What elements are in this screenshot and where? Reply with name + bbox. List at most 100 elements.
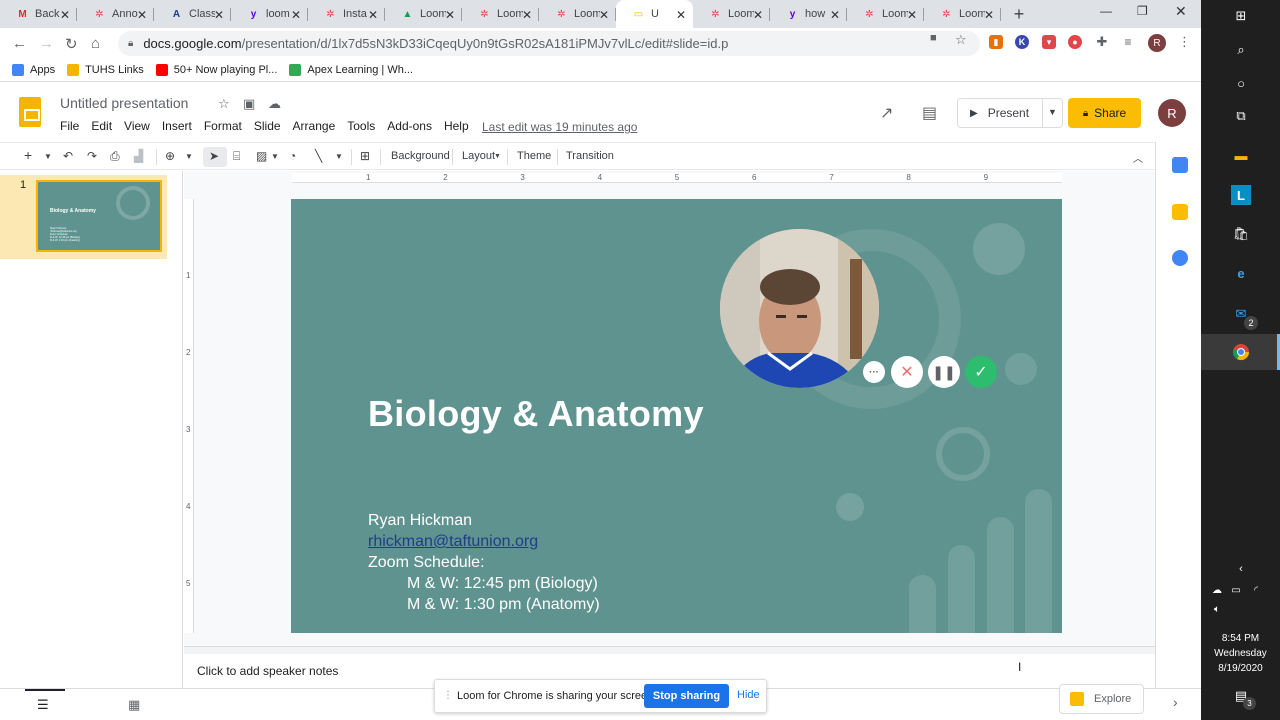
bookmark-item[interactable]: Apex Learning | Wh... <box>289 63 413 76</box>
image-dropdown-icon[interactable]: ▼ <box>271 152 279 161</box>
address-bar[interactable]: 🔒︎ docs.google.com /presentation/d/1lx7d… <box>118 31 980 56</box>
undo-icon[interactable]: ↶ <box>63 149 73 163</box>
tab-close-icon[interactable]: ✕ <box>907 8 917 22</box>
menu-tools[interactable]: Tools <box>347 119 375 133</box>
wifi-icon[interactable]: ◜ <box>1246 580 1266 600</box>
tab-close-icon[interactable]: ✕ <box>753 8 763 22</box>
kami-extension-icon[interactable]: K <box>1015 35 1029 49</box>
slide-thumbnail[interactable]: Biology & Anatomy Ryan Hickman rhickman@… <box>36 180 162 252</box>
menu-file[interactable]: File <box>60 119 79 133</box>
bookmark-star-icon[interactable]: ☆ <box>955 32 967 48</box>
browser-tab[interactable]: ✲ Loom ✕ <box>462 0 539 28</box>
browser-tab[interactable]: A Class ✕ <box>154 0 231 28</box>
redo-icon[interactable]: ↷ <box>87 149 97 163</box>
menu-addons[interactable]: Add-ons <box>387 119 432 133</box>
document-title[interactable]: Untitled presentation <box>60 95 188 111</box>
browser-tab[interactable]: ✲ Loom ✕ <box>539 0 616 28</box>
browser-tab[interactable]: y loom ✕ <box>231 0 308 28</box>
tab-close-icon[interactable]: ✕ <box>214 8 224 22</box>
menu-arrange[interactable]: Arrange <box>293 119 336 133</box>
show-hidden-icons-icon[interactable]: ‹ <box>1231 559 1251 579</box>
loom-camera-bubble[interactable] <box>720 229 879 388</box>
slide-title[interactable]: Biology & Anatomy <box>368 393 704 435</box>
slide-body[interactable]: Ryan Hickman rhickman@taftunion.org Zoom… <box>368 510 600 615</box>
menu-view[interactable]: View <box>124 119 150 133</box>
menu-help[interactable]: Help <box>444 119 469 133</box>
chevron-down-icon[interactable]: ▼ <box>1048 107 1057 117</box>
tab-close-icon[interactable]: ✕ <box>368 8 378 22</box>
browser-tab[interactable]: ▲ Loom ✕ <box>385 0 462 28</box>
cortana-icon[interactable]: ○ <box>1231 73 1251 93</box>
browser-tab[interactable]: ✲ Loom ✕ <box>693 0 770 28</box>
tasks-icon[interactable] <box>1172 250 1188 266</box>
system-clock[interactable]: 8:54 PM Wednesday 8/19/2020 <box>1201 631 1280 676</box>
browser-tab[interactable]: ✲ Insta ✕ <box>308 0 385 28</box>
loom-finish-check-icon[interactable]: ✓ <box>965 356 997 388</box>
filmstrip-view-icon[interactable]: ☰ <box>37 697 49 713</box>
pocket-extension-icon[interactable]: ▾ <box>1042 35 1056 49</box>
loom-cancel-icon[interactable]: ✕ <box>891 356 923 388</box>
calendar-icon[interactable] <box>1172 157 1188 173</box>
slides-logo[interactable] <box>19 97 41 127</box>
browser-tab[interactable]: ▭ U ✕ <box>616 0 693 28</box>
presenter-email-link[interactable]: rhickman@taftunion.org <box>368 531 600 552</box>
browser-tab[interactable]: ✲ Loom ✕ <box>924 0 1001 28</box>
reload-icon[interactable]: ↻ <box>65 35 78 53</box>
loom-more-icon[interactable]: ··· <box>863 361 885 383</box>
store-icon[interactable]: 🛍︎ <box>1231 224 1251 244</box>
battery-icon[interactable]: ▭ <box>1226 580 1246 600</box>
grid-view-icon[interactable]: ▦ <box>128 697 140 713</box>
tab-close-icon[interactable]: ✕ <box>984 8 994 22</box>
menu-format[interactable]: Format <box>204 119 242 133</box>
bookmark-item[interactable]: TUHS Links <box>67 63 144 76</box>
move-folder-icon[interactable]: ▣ <box>243 96 255 112</box>
star-icon[interactable]: ☆ <box>218 96 230 112</box>
tab-close-icon[interactable]: ✕ <box>60 8 70 22</box>
zoom-icon[interactable]: ⊕ <box>165 149 175 163</box>
background-button[interactable]: Background <box>391 150 450 162</box>
lightspeed-icon[interactable]: L <box>1231 185 1251 205</box>
bookmark-item[interactable]: Apps <box>12 63 55 76</box>
new-slide-icon[interactable]: + <box>24 147 32 163</box>
comments-icon[interactable]: ▤ <box>922 103 937 123</box>
keep-icon[interactable] <box>1172 204 1188 220</box>
shape-icon[interactable]: ◔ <box>289 149 296 163</box>
bookmark-item[interactable]: 50+ Now playing Pl... <box>155 63 277 76</box>
explore-button[interactable]: Explore <box>1059 684 1144 714</box>
activity-trend-icon[interactable]: ↗ <box>880 103 893 123</box>
stop-sharing-button[interactable]: Stop sharing <box>644 684 729 708</box>
line-icon[interactable]: ╲ <box>315 149 322 163</box>
line-dropdown-icon[interactable]: ▼ <box>335 152 343 161</box>
tab-close-icon[interactable]: ✕ <box>676 8 686 22</box>
home-icon[interactable]: ⌂ <box>91 35 100 52</box>
tab-close-icon[interactable]: ✕ <box>522 8 532 22</box>
last-edit-link[interactable]: Last edit was 19 minutes ago <box>482 120 637 134</box>
search-icon[interactable]: ⌕ <box>1231 40 1251 60</box>
expand-panel-icon[interactable]: › <box>1173 694 1178 710</box>
onedrive-icon[interactable]: ☁ <box>1207 580 1227 600</box>
paint-format-icon[interactable]: ▟ <box>134 149 143 163</box>
print-icon[interactable]: ⎙ <box>110 149 120 164</box>
notes-resize-handle[interactable] <box>184 646 1155 654</box>
tab-close-icon[interactable]: ✕ <box>291 8 301 22</box>
loom-extension-icon[interactable]: ● <box>1068 35 1082 49</box>
chrome-menu-icon[interactable]: ⋮ <box>1178 34 1191 50</box>
browser-tab[interactable]: ✲ Anno ✕ <box>77 0 154 28</box>
menu-edit[interactable]: Edit <box>91 119 112 133</box>
drag-handle-icon[interactable]: ⋮ <box>443 690 453 701</box>
select-arrow-icon[interactable]: ➤ <box>209 149 219 163</box>
restore-icon[interactable]: ❐ <box>1137 4 1148 18</box>
browser-tab[interactable]: ✲ Loom ✕ <box>847 0 924 28</box>
tab-close-icon[interactable]: ✕ <box>445 8 455 22</box>
text-box-icon[interactable]: ⌸ <box>233 149 240 164</box>
file-explorer-icon[interactable]: ▬ <box>1231 145 1251 165</box>
menu-insert[interactable]: Insert <box>162 119 192 133</box>
forward-icon[interactable]: → <box>39 35 54 52</box>
tab-close-icon[interactable]: ✕ <box>599 8 609 22</box>
tab-close-icon[interactable]: ✕ <box>137 8 147 22</box>
extension-icon[interactable]: ▮ <box>989 35 1003 49</box>
windows-start-icon[interactable]: ⊞ <box>1231 6 1251 26</box>
reading-list-icon[interactable]: ≡ <box>1121 35 1135 49</box>
transition-button[interactable]: Transition <box>566 150 614 162</box>
layout-button[interactable]: Layout <box>462 150 495 162</box>
